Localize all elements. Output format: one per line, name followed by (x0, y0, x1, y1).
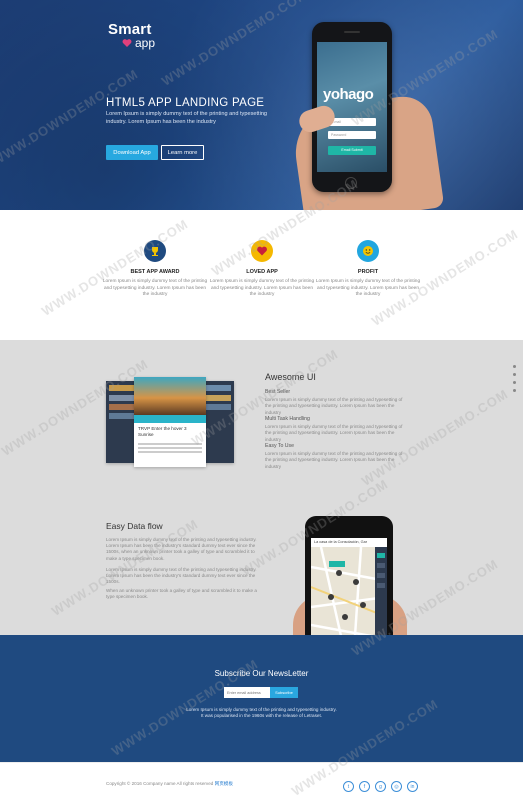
newsletter-section: Subscribe Our NewsLetter Subscribe Lorem… (0, 635, 523, 762)
heart-icon (122, 39, 132, 47)
dribbble-icon[interactable]: ◎ (391, 781, 402, 792)
feature-heading: Multi Task Handling (265, 416, 310, 422)
feature-text: Lorem Ipsum is simply dummy text of the … (102, 279, 208, 298)
home-button-icon (345, 177, 357, 189)
newsletter-email-input[interactable] (224, 687, 270, 698)
smiley-icon (357, 240, 379, 262)
download-app-button[interactable]: Download App (106, 145, 158, 160)
features-section: BEST APP AWARD Lorem Ipsum is simply dum… (0, 210, 523, 340)
logo[interactable]: Smart app (108, 22, 155, 49)
easy-paragraph-1: Lorem Ipsum is simply dummy text of the … (106, 537, 257, 561)
feature-description: Lorem Ipsum is simply dummy text of the … (265, 451, 403, 469)
copyright-text: Copyright © 2016 Company name All rights… (106, 781, 233, 786)
learn-more-button[interactable]: Learn more (161, 145, 204, 160)
feature-loved-app: LOVED APP Lorem Ipsum is simply dummy te… (207, 240, 317, 299)
feature-best-app-award: BEST APP AWARD Lorem Ipsum is simply dum… (100, 240, 210, 299)
subscribe-button[interactable]: Subscribe (270, 687, 298, 698)
app-screens-mockup: TRVP Enter the hover 3 Sunrise (106, 377, 234, 467)
pagination-dot[interactable] (513, 381, 516, 384)
awesome-ui-title: Awesome UI (265, 372, 316, 382)
google-plus-icon[interactable]: g (375, 781, 386, 792)
linkedin-icon[interactable]: in (407, 781, 418, 792)
twitter-icon[interactable]: t (343, 781, 354, 792)
feature-heading: Easy To Use (265, 443, 295, 449)
social-links: t f g ◎ in (343, 781, 418, 792)
easy-paragraph-2: Lorem Ipsum is simply dummy text of the … (106, 567, 257, 585)
map-phone: La casa de la Consolación, Gar (305, 516, 393, 636)
trophy-icon (144, 240, 166, 262)
easy-data-flow-title: Easy Data flow (106, 521, 163, 531)
phone-password-field: Password (328, 131, 376, 139)
feature-text: Lorem Ipsum is simply dummy text of the … (209, 279, 315, 298)
mock-card-title: TRVP Enter the hover 3 Sunrise (138, 426, 187, 437)
logo-line1: Smart (108, 21, 152, 38)
phone-submit-button: Email Submit (328, 146, 376, 155)
feature-heading: Best Seller (265, 389, 291, 395)
feature-title: LOVED APP (246, 269, 278, 275)
heart-icon (251, 240, 273, 262)
easy-paragraph-3: When an unknown printer took a galley of… (106, 588, 257, 600)
phone-brand: yohago (323, 86, 374, 103)
feature-profit: PROFIT Lorem Ipsum is simply dummy text … (313, 240, 423, 299)
section-pagination (513, 365, 517, 397)
pagination-dot[interactable] (513, 365, 516, 368)
feature-title: PROFIT (357, 269, 379, 275)
feature-title: BEST APP AWARD (130, 269, 180, 275)
hero-section: Smart app HTML5 APP LANDING PAGE Lorem I… (0, 0, 523, 210)
map-image (311, 546, 387, 636)
awesome-ui-section: TRVP Enter the hover 3 Sunrise Awesome U… (0, 340, 523, 636)
footer: Copyright © 2016 Company name All rights… (0, 762, 523, 810)
newsletter-text-2: It was popularised in the 1960s with the… (200, 713, 323, 719)
hero-title: HTML5 APP LANDING PAGE (106, 97, 265, 109)
feature-description: Lorem Ipsum is simply dummy text of the … (265, 397, 403, 415)
pagination-dot[interactable] (513, 373, 516, 376)
feature-text: Lorem Ipsum is simply dummy text of the … (315, 279, 421, 298)
map-screen: La casa de la Consolación, Gar (311, 538, 387, 636)
feature-description: Lorem Ipsum is simply dummy text of the … (265, 424, 403, 442)
newsletter-title: Subscribe Our NewsLetter (214, 669, 309, 678)
map-header: La casa de la Consolación, Gar (311, 538, 387, 547)
phone-email-field: E-mail (328, 118, 376, 126)
logo-line2: app (135, 36, 156, 50)
hero-text: Lorem Ipsum is simply dummy text of the … (106, 111, 268, 125)
copyright-link[interactable]: 网页模板 (215, 781, 233, 786)
facebook-icon[interactable]: f (359, 781, 370, 792)
pagination-dot[interactable] (513, 389, 516, 392)
